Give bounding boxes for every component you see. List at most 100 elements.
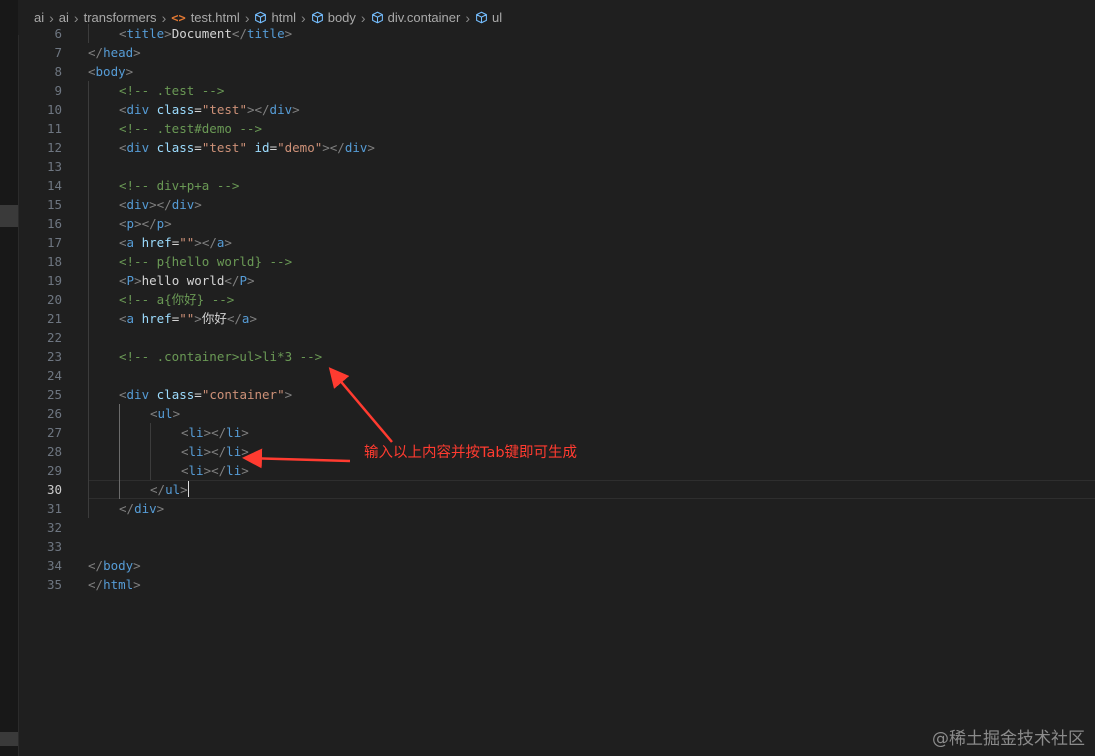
code-token: >: [194, 311, 202, 326]
line-number: 10: [46, 102, 62, 117]
code-token: <: [119, 311, 127, 326]
code-token: >: [241, 463, 249, 478]
breadcrumb-item[interactable]: <> test.html: [171, 10, 240, 25]
code-editor[interactable]: 6 <title>Document</title> 7 </head> 8 <body> 9…: [18, 24, 1095, 756]
breadcrumb-item[interactable]: ai: [34, 10, 44, 25]
code-token: title: [126, 26, 165, 41]
code-token: </: [88, 558, 104, 573]
line-number: 18: [46, 254, 62, 269]
code-token: <!-- .test#demo -->: [119, 121, 262, 136]
code-token: hello world: [141, 273, 225, 288]
code-token: <: [119, 273, 127, 288]
code-line[interactable]: </head>: [88, 43, 141, 62]
code-token: <: [119, 387, 127, 402]
breadcrumb-label: test.html: [190, 10, 240, 25]
code-line[interactable]: <!-- p{hello world} -->: [119, 252, 292, 271]
code-line[interactable]: </ul>: [150, 480, 190, 499]
code-line[interactable]: <!-- .container>ul>li*3 -->: [119, 347, 322, 366]
code-token: <: [119, 102, 127, 117]
code-token: </: [150, 482, 166, 497]
code-line[interactable]: </div>: [119, 499, 164, 518]
code-line[interactable]: <title>Document</title>: [119, 24, 292, 43]
code-token: </: [226, 311, 242, 326]
code-token: li: [226, 444, 242, 459]
code-token: div: [134, 501, 157, 516]
code-token: <!-- .test -->: [119, 83, 225, 98]
line-number: 21: [46, 311, 62, 326]
code-token: ></: [194, 235, 217, 250]
code-line[interactable]: </html>: [88, 575, 141, 594]
breadcrumb-item[interactable]: transformers: [84, 10, 157, 25]
line-number: 8: [54, 64, 62, 79]
code-token: body: [103, 558, 134, 573]
code-line[interactable]: <!-- div+p+a -->: [119, 176, 239, 195]
code-line[interactable]: <div class="test" id="demo"></div>: [119, 138, 375, 157]
watermark: @稀土掘金技术社区: [932, 729, 1085, 749]
code-token: href: [141, 235, 172, 250]
code-token: <!-- div+p+a -->: [119, 178, 240, 193]
code-token: >: [164, 216, 172, 231]
indent-guide: [88, 81, 89, 518]
code-token: =: [269, 140, 278, 155]
breadcrumb-item[interactable]: div.container: [371, 10, 461, 25]
code-token: >: [134, 273, 142, 288]
breadcrumb-label: div.container: [387, 10, 461, 25]
code-token: ></: [149, 197, 172, 212]
line-number: 9: [54, 83, 62, 98]
code-token: "demo": [277, 140, 323, 155]
code-token: ></: [134, 216, 157, 231]
code-line[interactable]: <li></li>: [181, 423, 249, 442]
code-line[interactable]: <li></li>: [181, 442, 249, 461]
code-token: li: [188, 425, 204, 440]
code-line[interactable]: <!-- .test#demo -->: [119, 119, 262, 138]
breadcrumb-item[interactable]: ul: [475, 10, 502, 25]
code-line[interactable]: <P>hello world</P>: [119, 271, 255, 290]
code-line[interactable]: <p></p>: [119, 214, 172, 233]
code-line[interactable]: <div class="container">: [119, 385, 292, 404]
breadcrumb-item[interactable]: body: [311, 10, 356, 25]
code-token: </: [119, 501, 135, 516]
line-number: 30: [46, 482, 62, 497]
code-line[interactable]: <li></li>: [181, 461, 249, 480]
code-token: a: [126, 311, 135, 326]
breadcrumb-item[interactable]: html: [254, 10, 296, 25]
indent-guide: [150, 423, 151, 480]
chevron-right-icon: ›: [360, 9, 366, 26]
breadcrumb-label: body: [327, 10, 356, 25]
line-number: 11: [46, 121, 62, 136]
code-token: >: [284, 26, 293, 41]
code-line[interactable]: <!-- a{你好} -->: [119, 290, 234, 309]
code-token: </: [224, 273, 240, 288]
code-line[interactable]: <div></div>: [119, 195, 202, 214]
chevron-right-icon: ›: [301, 9, 306, 26]
element-cube-icon: [371, 11, 388, 24]
code-line[interactable]: <div class="test"></div>: [119, 100, 300, 119]
code-token: class: [156, 387, 195, 402]
code-token: "test": [201, 140, 247, 155]
line-number: 12: [46, 140, 62, 155]
code-token: >: [284, 387, 293, 402]
code-line[interactable]: </body>: [88, 556, 141, 575]
code-line[interactable]: <body>: [88, 62, 133, 81]
code-token: div: [126, 197, 150, 212]
line-number: 26: [46, 406, 62, 421]
code-token: ></: [203, 463, 227, 478]
code-token: >: [172, 406, 181, 421]
code-token: <: [119, 140, 127, 155]
code-token: P: [239, 273, 247, 288]
code-token: =: [194, 140, 202, 155]
code-line[interactable]: <a href="">你好</a>: [119, 309, 257, 328]
element-cube-icon: [311, 11, 328, 24]
breadcrumb-item[interactable]: ai: [59, 10, 69, 25]
line-number: 19: [46, 273, 62, 288]
breadcrumb-label: html: [271, 10, 297, 25]
code-token: div: [344, 140, 368, 155]
code-line[interactable]: <ul>: [150, 404, 180, 423]
code-token: class: [156, 140, 195, 155]
code-line[interactable]: <!-- .test -->: [119, 81, 224, 100]
line-number: 23: [46, 349, 62, 364]
line-number: 20: [46, 292, 62, 307]
code-token: "container": [201, 387, 285, 402]
code-token: html: [103, 577, 134, 592]
code-line[interactable]: <a href=""></a>: [119, 233, 232, 252]
